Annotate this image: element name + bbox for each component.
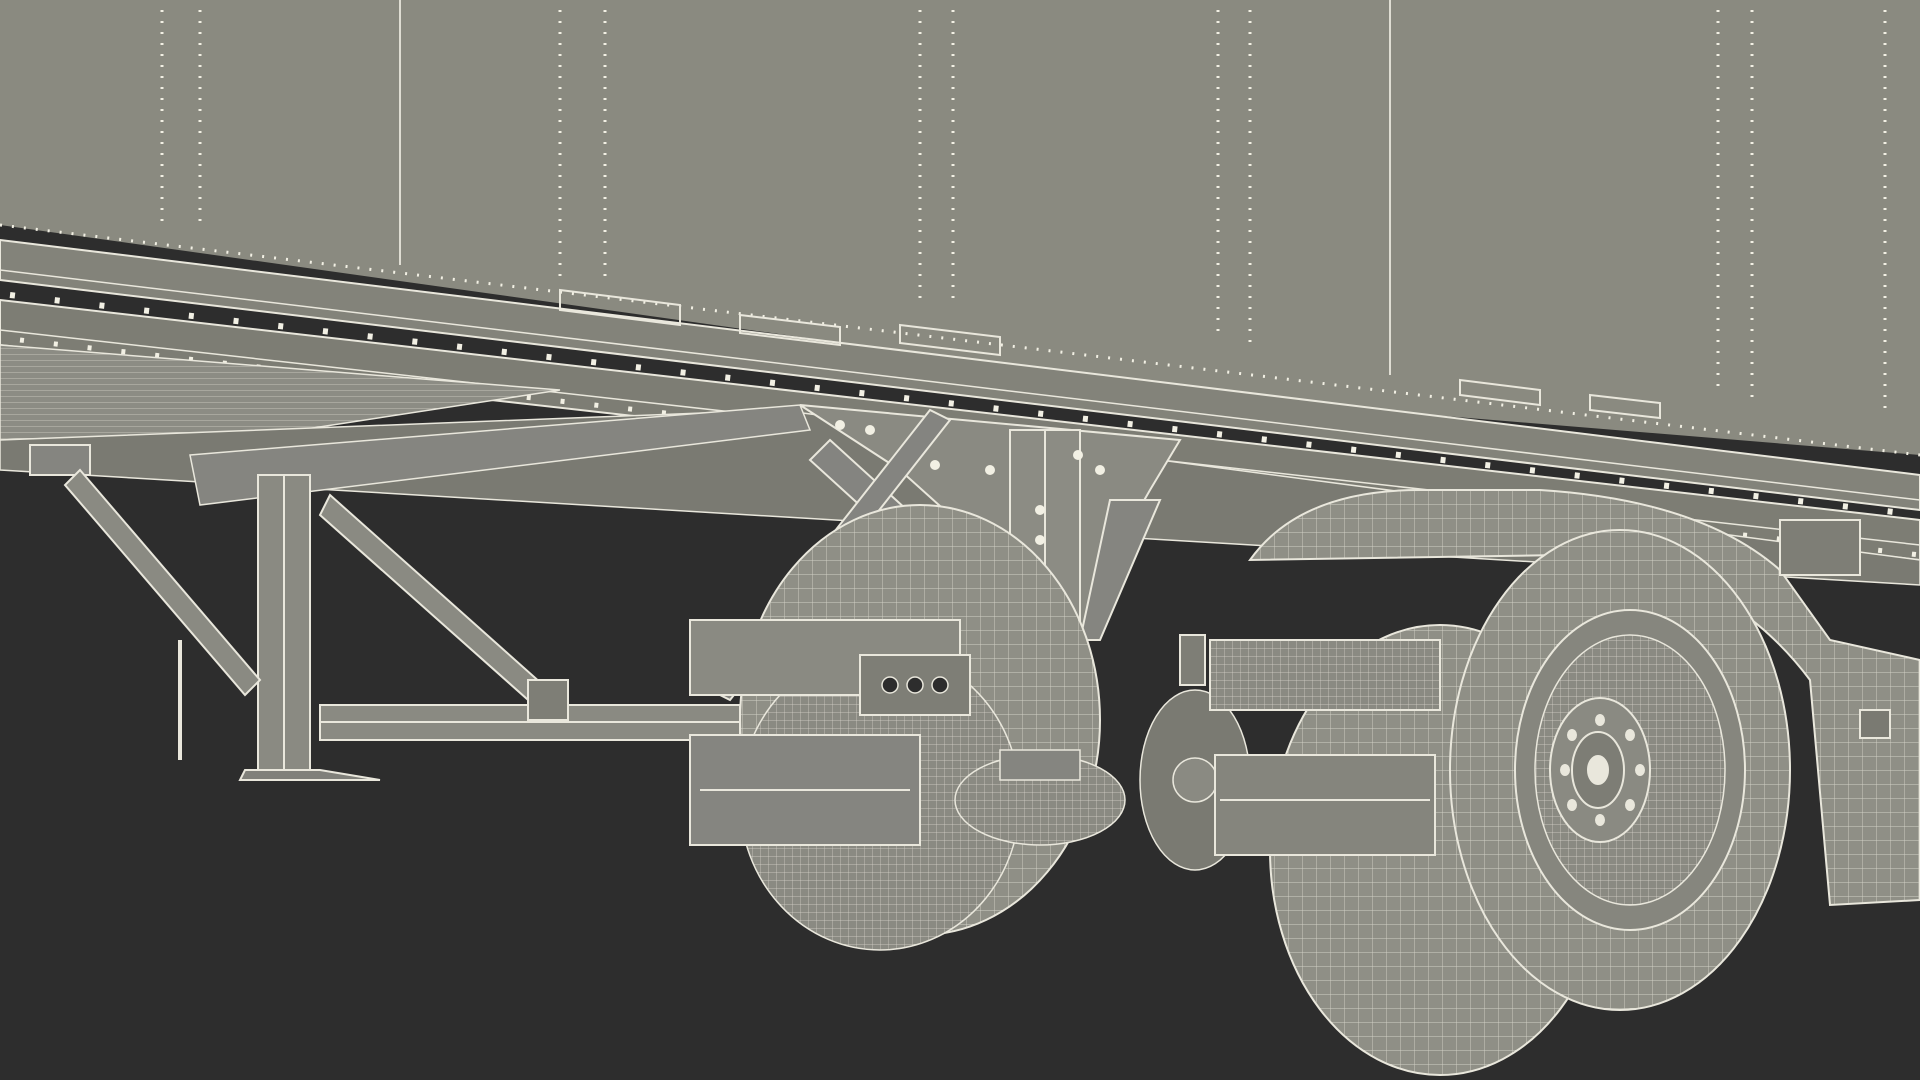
wheel-hub	[1549, 697, 1651, 843]
render-viewport	[0, 0, 1920, 1080]
